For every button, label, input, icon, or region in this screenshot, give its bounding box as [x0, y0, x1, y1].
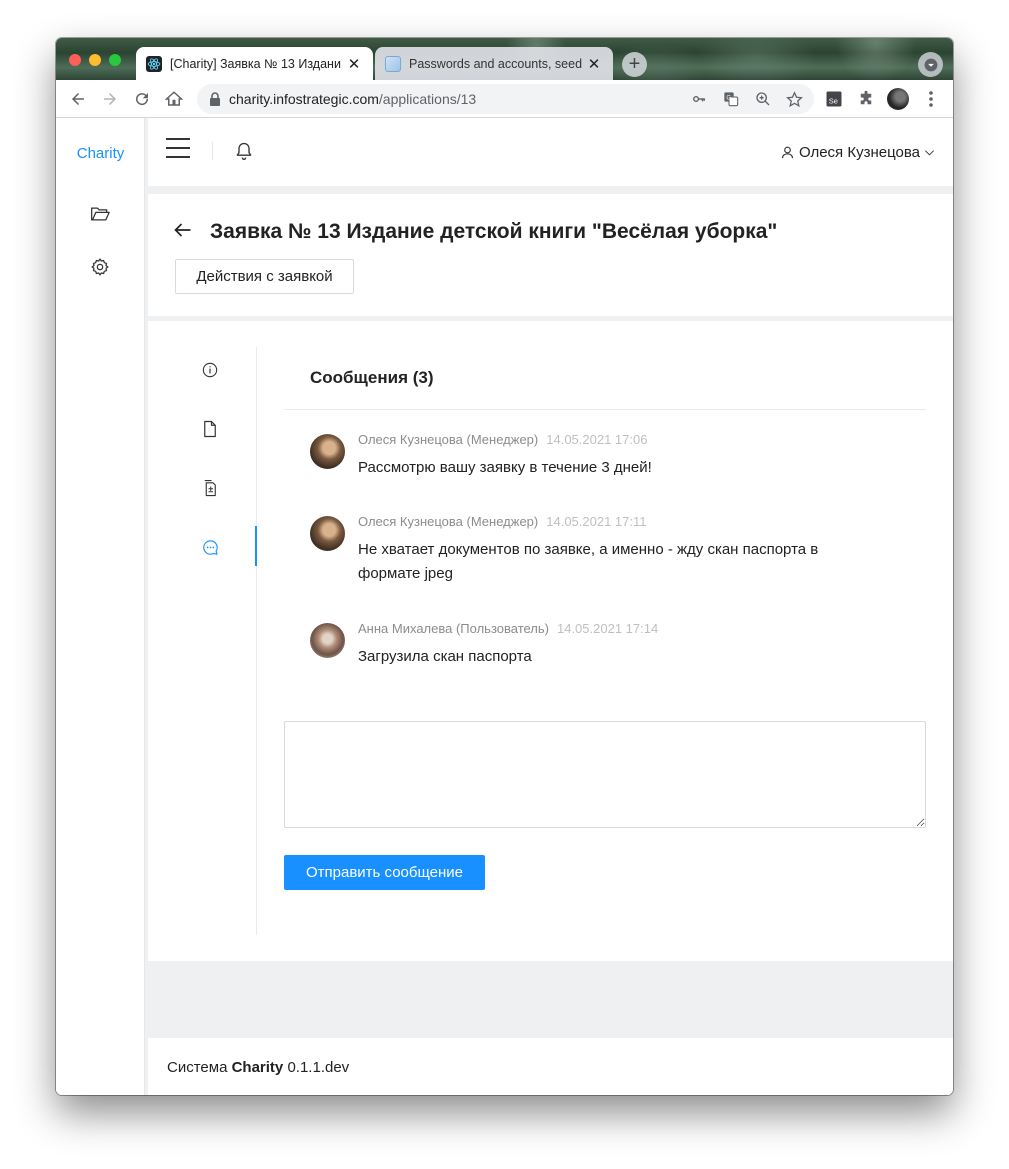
app-root: Charity Олеся Кузнецова Заявка № 13 Изда…: [56, 118, 953, 1095]
tab-search-button[interactable]: [918, 52, 943, 77]
minimize-window-button[interactable]: [89, 54, 101, 66]
sidebar: Charity: [56, 118, 145, 1095]
info-icon[interactable]: [200, 360, 220, 380]
new-tab-button[interactable]: +: [622, 52, 647, 77]
divider: [284, 409, 926, 410]
back-arrow-icon[interactable]: [174, 222, 192, 243]
puzzle-icon[interactable]: [855, 88, 877, 110]
browser-window: [Charity] Заявка № 13 Издани ✕ Passwords…: [56, 38, 953, 1095]
message-meta: Анна Михалева (Пользователь) 14.05.2021 1…: [358, 621, 658, 636]
avatar: [310, 516, 345, 551]
gear-icon[interactable]: [89, 256, 111, 278]
image-icon: [385, 55, 401, 72]
message-author: Анна Михалева (Пользователь): [358, 621, 549, 636]
menu-icon[interactable]: [166, 138, 190, 160]
zoom-icon[interactable]: [755, 91, 771, 107]
tab-title: [Charity] Заявка № 13 Издани: [170, 56, 341, 71]
section-nav: [148, 347, 257, 935]
url-text: charity.infostrategic.com/applications/1…: [229, 91, 477, 107]
profile-avatar-icon[interactable]: [887, 88, 909, 110]
message-input[interactable]: [284, 721, 926, 828]
more-menu-icon[interactable]: [920, 88, 942, 110]
user-icon: [781, 146, 794, 159]
top-header: Олеся Кузнецова: [148, 118, 953, 186]
maximize-window-button[interactable]: [109, 54, 121, 66]
key-icon[interactable]: [691, 92, 707, 106]
brand-logo[interactable]: Charity: [56, 145, 145, 162]
message-author: Олеся Кузнецова (Менеджер): [358, 432, 539, 447]
tab-title: Passwords and accounts, seed: [409, 56, 583, 71]
forward-arrow-icon[interactable]: [99, 88, 121, 110]
back-arrow-icon[interactable]: [67, 88, 89, 110]
browser-tab-charity[interactable]: [Charity] Заявка № 13 Издани ✕: [136, 47, 373, 80]
reload-icon[interactable]: [131, 88, 153, 110]
header-divider: [212, 142, 213, 160]
avatar: [310, 434, 345, 469]
message-text: Не хватает документов по заявке, а именн…: [358, 541, 819, 582]
home-icon[interactable]: [163, 88, 185, 110]
bell-icon[interactable]: [234, 140, 254, 167]
message-icon[interactable]: [200, 537, 220, 557]
application-content: Сообщения (3) Олеся Кузнецова (Менеджер)…: [148, 321, 953, 961]
close-window-button[interactable]: [69, 54, 81, 66]
browser-toolbar: charity.infostrategic.com/applications/1…: [56, 80, 953, 118]
chevron-down-icon: [925, 150, 934, 156]
lock-icon: [210, 92, 220, 106]
application-actions-button[interactable]: Действия с заявкой: [175, 259, 354, 294]
message-author: Олеся Кузнецова (Менеджер): [358, 514, 539, 529]
address-bar[interactable]: charity.infostrategic.com/applications/1…: [197, 84, 814, 114]
svg-text:Se: Se: [829, 97, 838, 106]
message-date: 14.05.2021 17:11: [546, 514, 647, 529]
user-menu[interactable]: Олеся Кузнецова: [780, 144, 935, 161]
selenium-extension-icon[interactable]: Se: [823, 88, 845, 110]
page-header: Заявка № 13 Издание детской книги "Весёл…: [148, 194, 953, 316]
active-tab-indicator: [255, 526, 257, 566]
star-icon[interactable]: [786, 91, 803, 108]
message-text: Загрузила скан паспорта: [358, 648, 532, 665]
page-title: Заявка № 13 Издание детской книги "Весёл…: [210, 220, 778, 243]
footer: Система Charity 0.1.1.dev: [148, 1038, 953, 1095]
user-name: Олеся Кузнецова: [798, 144, 920, 161]
translate-icon[interactable]: G: [723, 91, 739, 107]
folder-open-icon[interactable]: [89, 203, 111, 225]
message-meta: Олеся Кузнецова (Менеджер) 14.05.2021 17:…: [358, 432, 647, 447]
message-text: Рассмотрю вашу заявку в течение 3 дней!: [358, 459, 652, 476]
send-message-button[interactable]: Отправить сообщение: [284, 855, 485, 890]
messages-title: Сообщения (3): [310, 368, 434, 387]
svg-text:G: G: [726, 96, 731, 102]
footer-text: Система Charity 0.1.1.dev: [167, 1059, 350, 1076]
close-tab-icon[interactable]: ✕: [585, 55, 603, 73]
browser-tab-passwords[interactable]: Passwords and accounts, seed ✕: [375, 47, 613, 80]
message-meta: Олеся Кузнецова (Менеджер) 14.05.2021 17:…: [358, 514, 647, 529]
message-date: 14.05.2021 17:14: [556, 621, 659, 636]
close-tab-icon[interactable]: ✕: [345, 55, 363, 73]
file-icon[interactable]: [200, 419, 220, 439]
chevron-down-icon: [924, 58, 937, 71]
avatar: [310, 623, 345, 658]
react-icon: [146, 55, 162, 72]
document-list-icon[interactable]: [200, 478, 220, 498]
message-date: 14.05.2021 17:06: [546, 432, 648, 447]
